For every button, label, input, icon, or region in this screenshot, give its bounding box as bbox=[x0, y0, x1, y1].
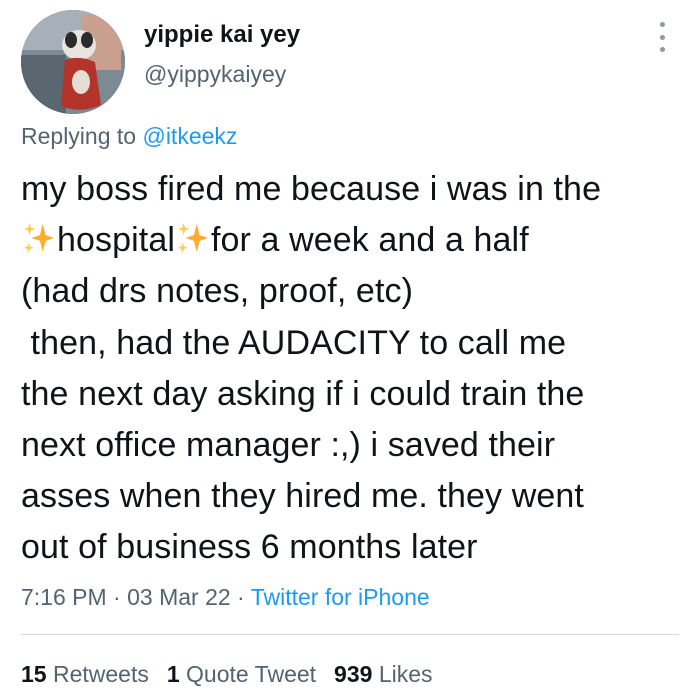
tweet-line: next office manager :,) i saved their bbox=[21, 425, 556, 464]
reply-context: Replying to @itkeekz bbox=[21, 122, 237, 150]
tweet-date[interactable]: 03 Mar 22 bbox=[127, 584, 231, 610]
quote-tweets-count: 1 bbox=[166, 661, 180, 687]
tweet-text: my boss fired me because i was in the ho… bbox=[21, 164, 691, 574]
avatar[interactable] bbox=[21, 10, 125, 114]
tweet-line: for a week and a half bbox=[211, 221, 529, 260]
dot bbox=[659, 47, 665, 52]
tweet-line: hospital bbox=[57, 221, 175, 260]
likes-label: Likes bbox=[378, 661, 433, 687]
tweet-line: (had drs notes, proof, etc) bbox=[21, 272, 414, 311]
likes-stat[interactable]: 939 Likes bbox=[334, 661, 432, 687]
quote-tweets-stat[interactable]: 1 Quote Tweet bbox=[167, 661, 316, 687]
sparkles-icon bbox=[177, 223, 209, 254]
divider bbox=[21, 634, 679, 635]
retweets-label: Retweets bbox=[52, 661, 149, 687]
tweet-line: then, had the AUDACITY to call me bbox=[21, 323, 567, 362]
dot bbox=[659, 22, 665, 27]
reply-mention-link[interactable]: @itkeekz bbox=[142, 123, 237, 149]
tweet-line: out of business 6 months later bbox=[21, 528, 478, 567]
tweet-line: the next day asking if i could train the bbox=[21, 374, 585, 413]
quote-tweets-label: Quote Tweet bbox=[186, 661, 317, 687]
display-name[interactable]: yippie kai yey bbox=[144, 21, 300, 49]
tweet-line-with-emoji: hospital for a week and a half bbox=[21, 215, 691, 266]
reply-prefix: Replying to bbox=[21, 123, 137, 149]
sparkles-icon bbox=[23, 223, 55, 254]
tweet-line: my boss fired me because i was in the bbox=[21, 170, 602, 208]
avatar-image bbox=[21, 10, 125, 114]
tweet-line: asses when they hired me. they went bbox=[21, 477, 584, 516]
retweets-count: 15 bbox=[21, 661, 47, 687]
more-options-icon[interactable] bbox=[652, 22, 672, 52]
retweets-stat[interactable]: 15 Retweets bbox=[21, 661, 149, 687]
user-handle[interactable]: @yippykaiyey bbox=[144, 60, 286, 88]
engagement-stats: 15 Retweets 1 Quote Tweet 939 Likes bbox=[21, 660, 433, 688]
tweet-card: yippie kai yey @yippykaiyey Replying to … bbox=[0, 0, 700, 694]
meta-separator: · bbox=[106, 584, 128, 610]
likes-count: 939 bbox=[334, 661, 373, 687]
dot bbox=[659, 34, 665, 40]
tweet-source-link[interactable]: Twitter for iPhone bbox=[251, 584, 430, 610]
tweet-meta: 7:16 PM · 03 Mar 22 · Twitter for iPhone bbox=[21, 583, 430, 611]
tweet-time[interactable]: 7:16 PM bbox=[21, 584, 107, 610]
meta-separator: · bbox=[230, 584, 251, 610]
